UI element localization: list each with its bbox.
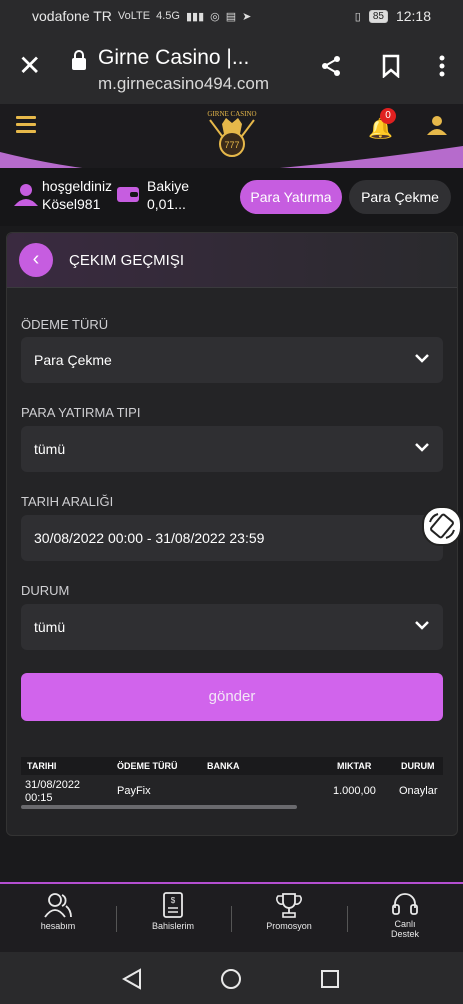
submit-button[interactable]: gönder xyxy=(21,673,443,721)
table-header: TARIHI ÖDEME TÜRÜ BANKA MIKTAR DURUM xyxy=(21,757,443,775)
share-icon[interactable] xyxy=(319,54,343,84)
column-amount: MIKTAR xyxy=(337,761,372,771)
column-bank: BANKA xyxy=(207,761,240,771)
cell-amount: 1.000,00 xyxy=(333,785,376,797)
carrier-label: vodafone TR xyxy=(32,8,112,24)
nav-divider xyxy=(347,906,348,932)
chevron-down-icon xyxy=(415,443,429,452)
status-label: DURUM xyxy=(21,583,70,598)
nav-live-support[interactable]: Canlı Destek xyxy=(365,892,445,939)
receipt-icon: $ xyxy=(163,892,183,918)
battery-indicator: 85 xyxy=(368,9,388,23)
date-range-value: 30/08/2022 00:00 - 31/08/2022 23:59 xyxy=(34,530,265,546)
cell-payment-type: PayFix xyxy=(117,785,151,797)
status-select[interactable]: tümü xyxy=(21,604,443,650)
volte-badge: VoLTE xyxy=(117,10,151,22)
back-button[interactable]: ‹ xyxy=(19,243,53,277)
user-icon xyxy=(14,182,38,211)
hotspot-icon: ◎ xyxy=(210,10,220,23)
nav-account[interactable]: hesabım xyxy=(18,892,98,931)
payment-type-value: Para Çekme xyxy=(34,352,112,368)
bookmark-icon[interactable] xyxy=(381,54,401,84)
menu-icon[interactable] xyxy=(16,116,36,133)
table-row[interactable]: 31/08/2022 00:15 PayFix 1.000,00 Onaylar xyxy=(21,777,443,807)
back-nav-icon[interactable] xyxy=(122,968,142,990)
column-payment-type: ÖDEME TÜRÜ xyxy=(117,761,178,771)
column-status: DURUM xyxy=(401,761,435,771)
more-options-icon[interactable] xyxy=(439,54,445,84)
svg-text:777: 777 xyxy=(224,140,239,150)
close-tab-icon[interactable]: ✕ xyxy=(18,52,41,80)
date-range-label: TARIH ARALIĞI xyxy=(21,494,114,509)
nav-bets[interactable]: $ Bahislerim xyxy=(133,892,213,931)
deposit-button[interactable]: Para Yatırma xyxy=(240,180,342,214)
user-info-bar: hoşgeldiniz Kösel981 Bakiye 0,01... Para… xyxy=(0,168,463,226)
chevron-down-icon xyxy=(415,621,429,630)
message-icon: ▤ xyxy=(225,10,237,23)
column-date: TARIHI xyxy=(27,761,57,771)
chevron-down-icon xyxy=(415,354,429,363)
page-title[interactable]: Girne Casino |... xyxy=(98,46,249,70)
site-logo[interactable]: GIRNE CASINO 777 xyxy=(196,106,268,170)
status-bar: vodafone TR VoLTE 4.5G ▮▮▮ ◎ ▤ ➤ ▯ 85 12… xyxy=(0,0,463,32)
users-icon xyxy=(44,893,72,918)
profile-icon[interactable] xyxy=(426,114,448,141)
date-range-input[interactable]: 30/08/2022 00:00 - 31/08/2022 23:59 xyxy=(21,515,443,561)
cell-time: 00:15 xyxy=(25,792,53,804)
network-type-badge: 4.5G xyxy=(156,10,180,22)
nav-divider xyxy=(231,906,232,932)
svg-text:GIRNE CASINO: GIRNE CASINO xyxy=(207,110,256,118)
deposit-type-label: PARA YATIRMA TIPI xyxy=(21,405,141,420)
signal-icon: ▮▮▮ xyxy=(185,10,205,23)
telegram-icon: ➤ xyxy=(242,10,252,23)
greeting-text: hoşgeldiniz xyxy=(42,178,113,194)
deposit-type-select[interactable]: tümü xyxy=(21,426,443,472)
clock: 12:18 xyxy=(395,8,431,24)
wallet-icon xyxy=(116,184,140,209)
panel-header: ‹ ÇEKIM GEÇMIŞI xyxy=(7,233,457,288)
home-nav-icon[interactable] xyxy=(220,968,242,990)
nav-promotions-label: Promosyon xyxy=(266,921,312,931)
nav-live-support-label: Canlı Destek xyxy=(390,919,419,939)
table-scrollbar[interactable] xyxy=(21,805,297,809)
nav-promotions[interactable]: Promosyon xyxy=(249,892,329,931)
payment-type-label: ÖDEME TÜRÜ xyxy=(21,317,109,332)
payment-type-select[interactable]: Para Çekme xyxy=(21,337,443,383)
site-header: GIRNE CASINO 777 🔔 0 xyxy=(0,104,463,172)
url-text[interactable]: m.girnecasino494.com xyxy=(98,74,269,94)
balance-label: Bakiye xyxy=(147,178,190,194)
recents-nav-icon[interactable] xyxy=(320,969,340,989)
cell-date: 31/08/2022 xyxy=(25,779,81,791)
headset-icon xyxy=(392,893,418,915)
balance-value: 0,01... xyxy=(147,196,186,212)
withdraw-button[interactable]: Para Çekme xyxy=(349,180,451,214)
deposit-type-value: tümü xyxy=(34,441,66,457)
withdrawal-table: TARIHI ÖDEME TÜRÜ BANKA MIKTAR DURUM 31/… xyxy=(21,757,443,811)
nav-divider xyxy=(116,906,117,932)
vibrate-icon: ▯ xyxy=(354,10,361,23)
panel-title: ÇEKIM GEÇMIŞI xyxy=(69,252,185,269)
system-navigation-bar xyxy=(0,952,463,1004)
svg-text:$: $ xyxy=(171,896,176,905)
lock-icon[interactable] xyxy=(72,50,86,70)
notification-count-badge: 0 xyxy=(380,108,396,124)
cell-status: Onaylar xyxy=(399,785,438,797)
nav-account-label: hesabım xyxy=(40,921,76,931)
username-text: Kösel981 xyxy=(42,196,101,212)
nav-bets-label: Bahislerim xyxy=(151,921,194,931)
trophy-icon xyxy=(276,893,302,918)
withdrawal-history-panel: ‹ ÇEKIM GEÇMIŞI ÖDEME TÜRÜ Para Çekme PA… xyxy=(6,232,458,836)
browser-toolbar: ✕ Girne Casino |... m.girnecasino494.com xyxy=(0,32,463,104)
status-value: tümü xyxy=(34,619,66,635)
rotate-screen-button[interactable] xyxy=(422,506,462,546)
bottom-navigation: hesabım $ Bahislerim Promosyon Canlı Des… xyxy=(0,882,463,954)
